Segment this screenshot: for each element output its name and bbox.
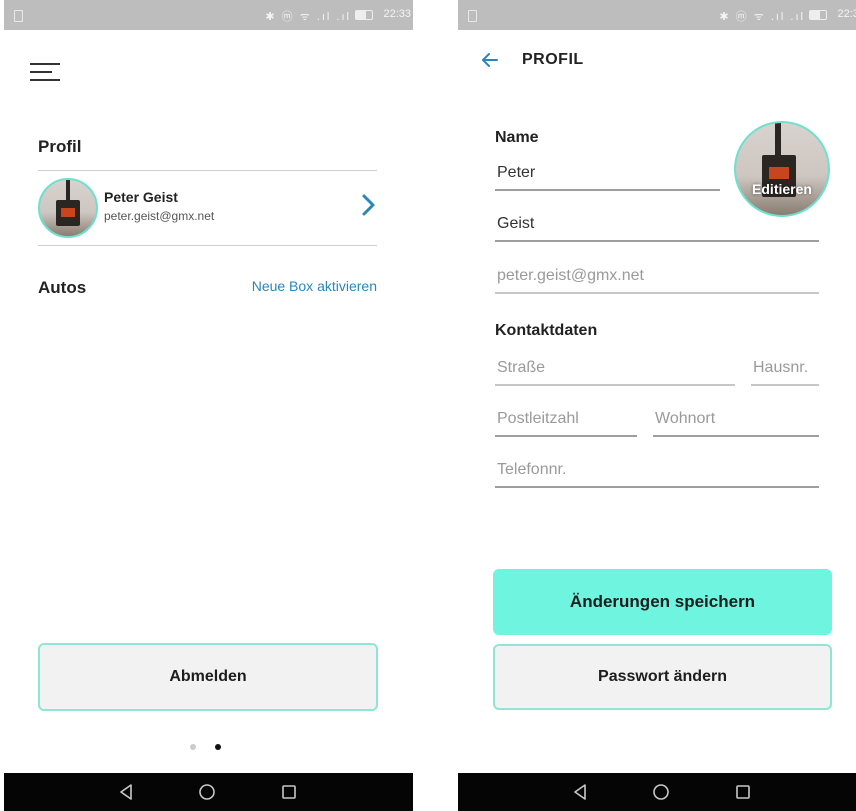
house-number-field[interactable]	[751, 354, 821, 386]
user-name: Peter Geist	[104, 189, 178, 205]
contact-label: Kontaktdaten	[495, 322, 598, 339]
sim-icon	[14, 10, 23, 22]
avatar-edit[interactable]: Editieren	[734, 121, 830, 217]
square-recent-icon[interactable]	[732, 781, 754, 803]
status-time: 22:33	[383, 8, 411, 20]
battery-icon	[355, 10, 373, 20]
name-label: Name	[495, 129, 539, 146]
page-indicator	[190, 744, 230, 752]
battery-icon	[809, 10, 827, 20]
city-field[interactable]	[653, 405, 821, 437]
first-name-field[interactable]	[495, 159, 722, 191]
city-input[interactable]	[653, 405, 821, 433]
status-icons: ✱ ⓜ ᯤ .ıl .ıl	[719, 11, 805, 23]
change-password-button[interactable]: Passwort ändern	[493, 644, 832, 710]
zip-field[interactable]	[495, 405, 639, 437]
system-nav-bar	[4, 773, 413, 811]
avatar	[38, 178, 98, 238]
activate-box-link[interactable]: Neue Box aktivieren	[252, 278, 377, 294]
circle-home-icon[interactable]	[650, 781, 672, 803]
circle-home-icon[interactable]	[196, 781, 218, 803]
street-field[interactable]	[495, 354, 737, 386]
sim-icon	[468, 10, 477, 22]
system-nav-bar	[458, 773, 856, 811]
zip-input[interactable]	[495, 405, 639, 433]
first-name-input[interactable]	[495, 159, 722, 187]
chevron-right-icon[interactable]	[361, 193, 377, 217]
user-email: peter.geist@gmx.net	[104, 209, 215, 223]
arrow-left-icon[interactable]	[480, 50, 500, 70]
logout-button[interactable]: Abmelden	[38, 643, 378, 711]
divider	[38, 170, 377, 171]
status-bar: ✱ ⓜ ᯤ .ıl .ıl 22:33	[4, 0, 413, 30]
square-recent-icon[interactable]	[278, 781, 300, 803]
house-number-input[interactable]	[751, 354, 821, 382]
status-time: 22:34	[837, 8, 856, 20]
profile-section-title: Profil	[38, 137, 82, 156]
edit-avatar-label[interactable]: Editieren	[736, 181, 828, 197]
triangle-back-icon[interactable]	[569, 781, 591, 803]
phone-input[interactable]	[495, 456, 821, 484]
autos-section-title: Autos	[38, 278, 87, 297]
email-field[interactable]	[495, 262, 821, 294]
street-input[interactable]	[495, 354, 737, 382]
email-input[interactable]	[495, 262, 821, 290]
status-bar: ✱ ⓜ ᯤ .ıl .ıl 22:34	[458, 0, 856, 30]
hamburger-icon[interactable]	[30, 62, 60, 82]
divider	[38, 245, 377, 246]
save-changes-button[interactable]: Änderungen speichern	[493, 569, 832, 635]
profile-row[interactable]: Peter Geist peter.geist@gmx.net	[38, 173, 377, 241]
profile-menu-screen: ✱ ⓜ ᯤ .ıl .ıl 22:33 Profil Peter Geist p…	[4, 0, 413, 811]
triangle-back-icon[interactable]	[115, 781, 137, 803]
profile-edit-screen: ✱ ⓜ ᯤ .ıl .ıl 22:34 PROFIL Name Editiere…	[458, 0, 856, 811]
page-title: PROFIL	[522, 51, 584, 68]
page-dot-active	[215, 744, 221, 750]
status-icons: ✱ ⓜ ᯤ .ıl .ıl	[265, 11, 351, 23]
page-dot	[190, 744, 196, 750]
phone-field[interactable]	[495, 456, 821, 488]
